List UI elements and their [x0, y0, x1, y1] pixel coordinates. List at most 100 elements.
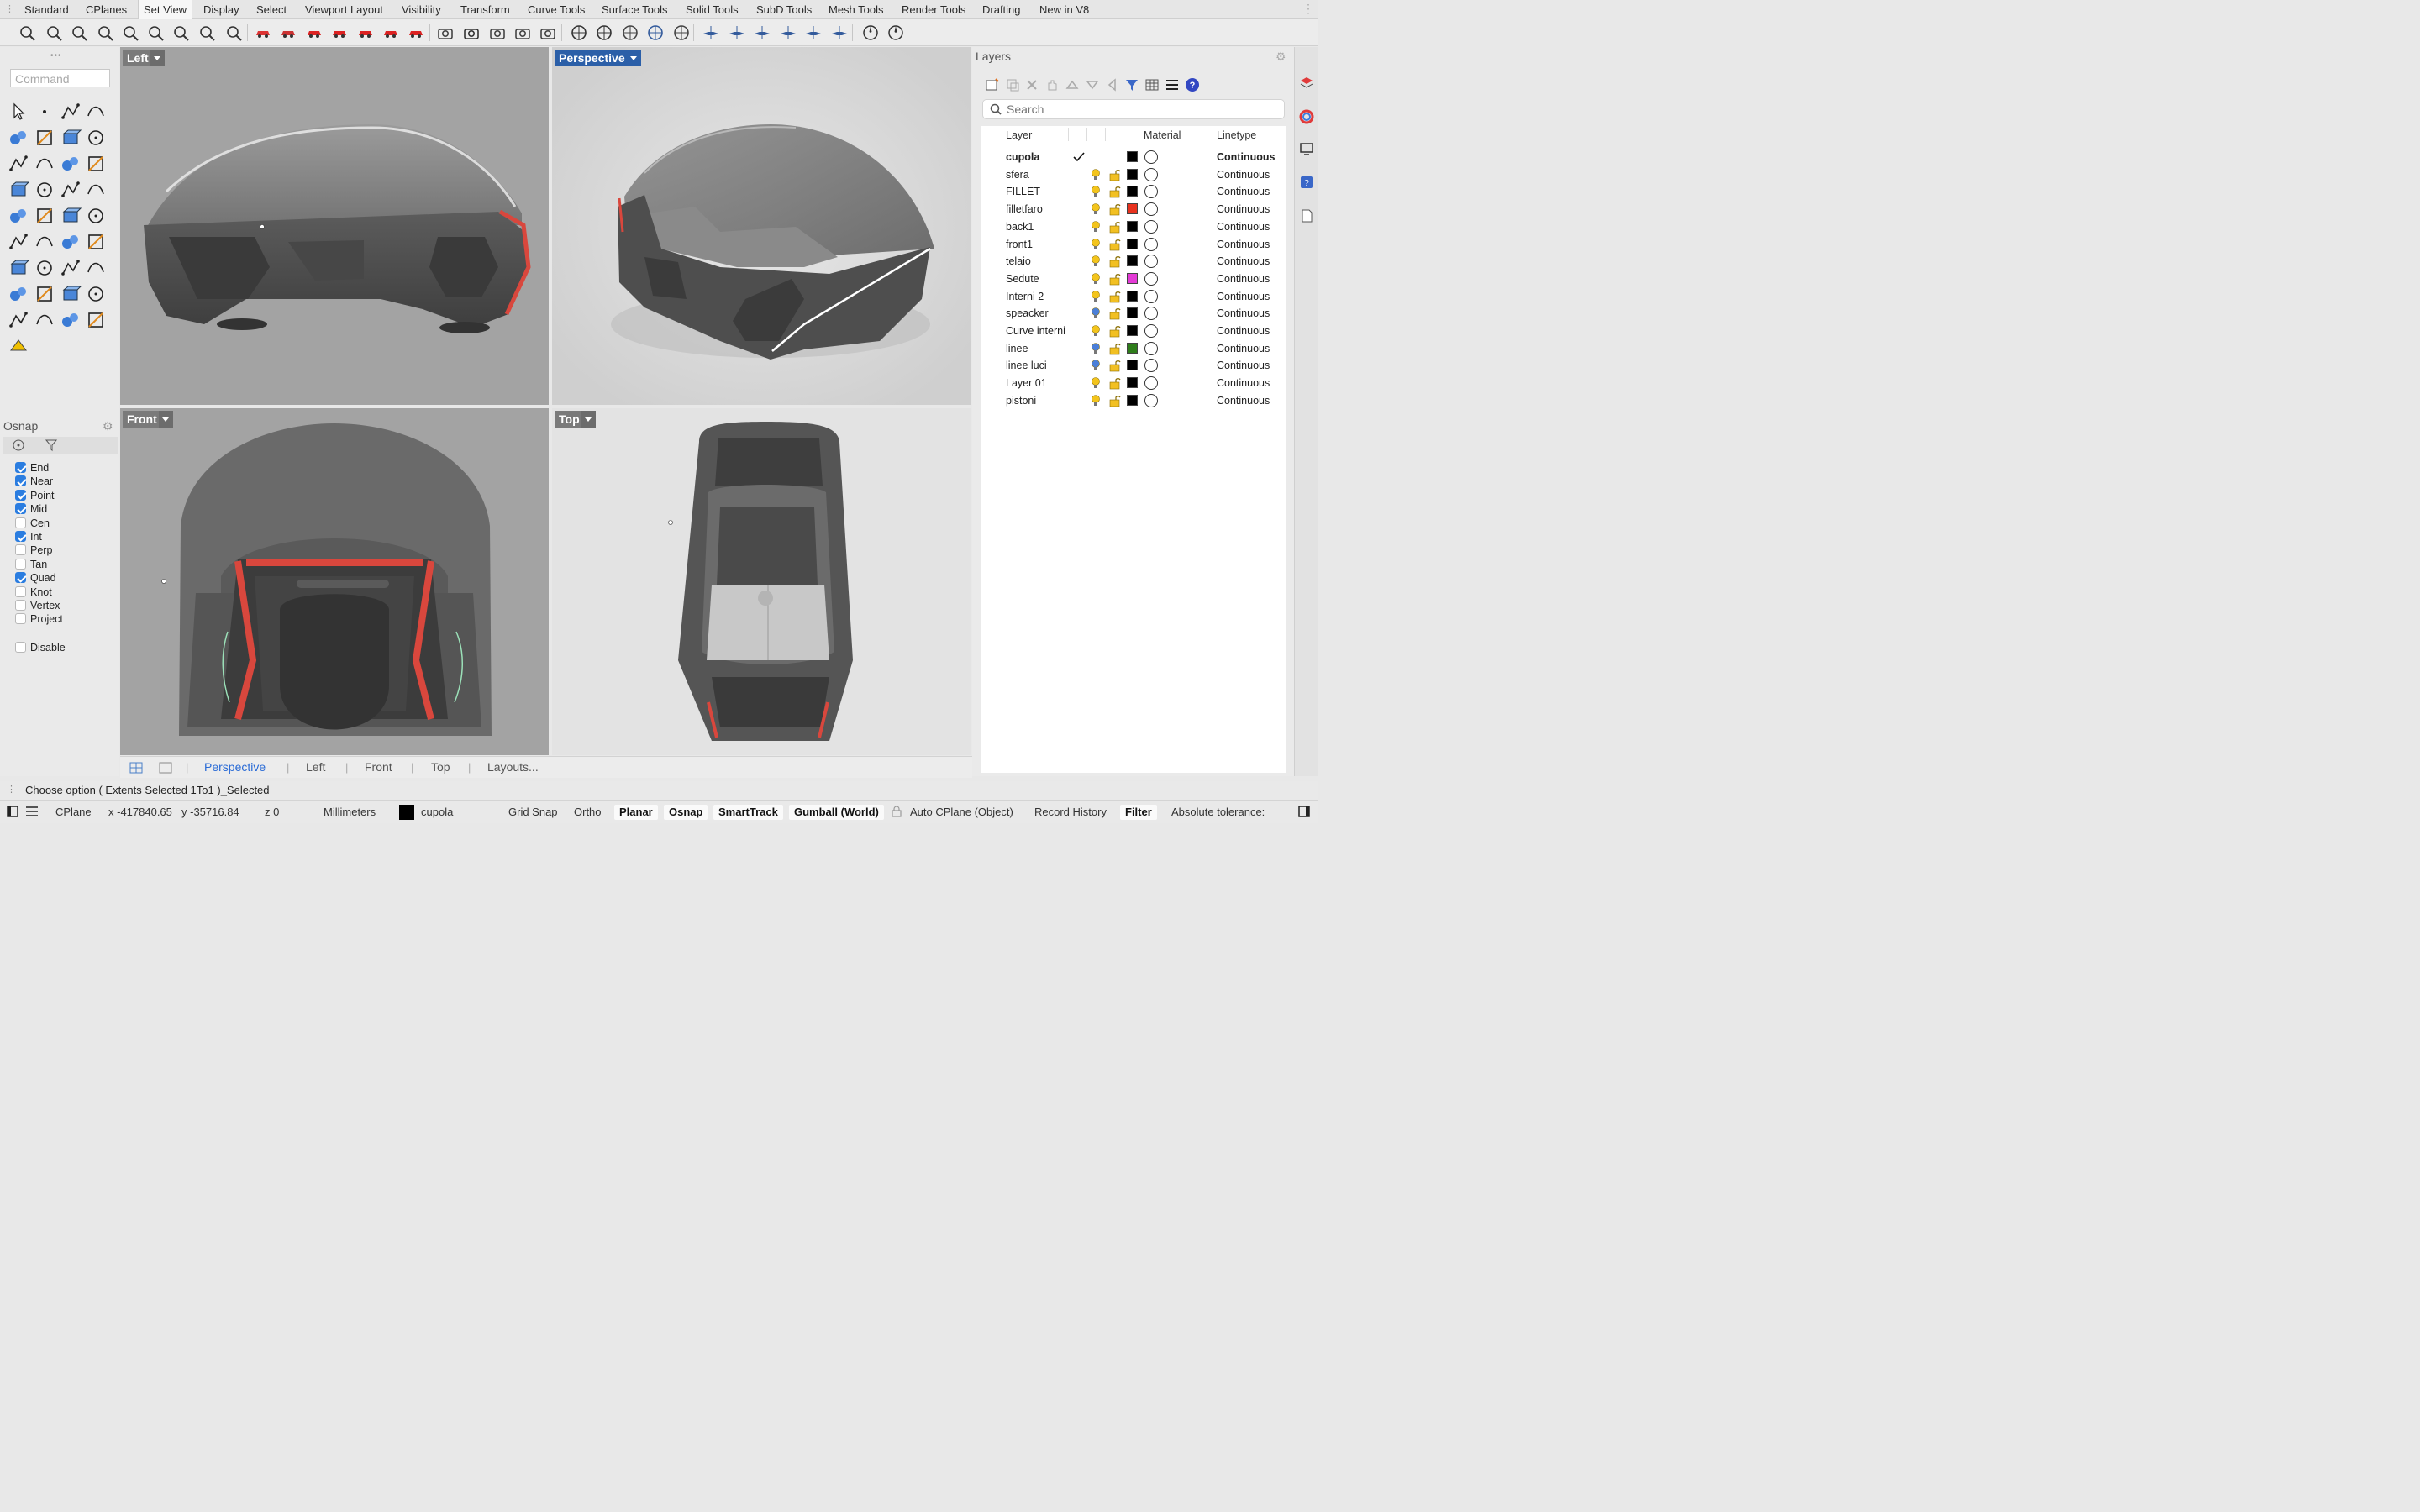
blend-icon[interactable]	[85, 231, 107, 253]
pan-icon[interactable]	[17, 23, 37, 43]
list-menu-icon[interactable]	[25, 806, 39, 817]
material-circle-icon[interactable]	[1144, 219, 1159, 237]
unlock-icon[interactable]	[1109, 272, 1121, 288]
layer-color-swatch[interactable]	[1127, 377, 1138, 389]
layer-linetype[interactable]: Continuous	[1217, 395, 1270, 407]
move-up-icon[interactable]	[1064, 76, 1081, 93]
camera-icon[interactable]	[461, 23, 481, 43]
lightbulb-icon[interactable]	[1091, 307, 1101, 323]
table-icon[interactable]	[1144, 76, 1160, 93]
lightbulb-icon[interactable]	[1091, 394, 1101, 410]
checkbox[interactable]	[15, 489, 26, 501]
material-circle-icon[interactable]	[1144, 254, 1159, 271]
tab-viewport-layout[interactable]: Viewport Layout	[300, 0, 388, 19]
checkbox[interactable]	[15, 558, 26, 570]
material-circle-icon[interactable]	[1144, 202, 1159, 219]
layer-linetype[interactable]: Continuous	[1217, 343, 1270, 354]
gumball-icon[interactable]	[8, 205, 29, 227]
layer-row[interactable]: Interni 2 Continuous	[981, 288, 1286, 305]
fillet-icon[interactable]	[34, 153, 55, 175]
tab-visibility[interactable]: Visibility	[397, 0, 446, 19]
material-circle-icon[interactable]	[1144, 358, 1159, 375]
lightbulb-icon[interactable]	[1091, 255, 1101, 270]
layer-color-swatch[interactable]	[1127, 203, 1138, 215]
layer-linetype[interactable]: Continuous	[1217, 239, 1270, 250]
cylinder-icon[interactable]	[60, 179, 82, 201]
named-view-2-icon[interactable]	[278, 23, 298, 43]
drag-handle-icon[interactable]: ⋮	[7, 784, 16, 795]
chevron-down-icon[interactable]	[150, 50, 165, 66]
zoom-extents-icon[interactable]	[95, 23, 115, 43]
tab-mesh-tools[interactable]: Mesh Tools	[823, 0, 889, 19]
layer-name[interactable]: cupola	[1006, 151, 1039, 163]
osnap-vertex[interactable]: Vertex	[15, 599, 60, 612]
material-circle-icon[interactable]	[1144, 184, 1159, 202]
drag-handle-icon[interactable]: ⋮	[5, 3, 14, 14]
checkbox[interactable]	[15, 613, 26, 625]
cplane-origin-icon[interactable]	[594, 23, 614, 43]
move-left-icon[interactable]	[1104, 76, 1121, 93]
transform-icon[interactable]	[8, 309, 29, 331]
layer-name[interactable]: FILLET	[1006, 186, 1040, 197]
layer-color-swatch[interactable]	[1127, 272, 1138, 284]
extend-icon[interactable]	[85, 153, 107, 175]
tab-layouts[interactable]: Layouts...	[487, 760, 539, 774]
layer-row[interactable]: Layer 01 Continuous	[981, 375, 1286, 391]
place-camera-icon[interactable]	[435, 23, 455, 43]
gear-icon[interactable]: ⚙	[1276, 50, 1286, 64]
point-icon[interactable]	[34, 101, 55, 123]
tab-curve-tools[interactable]: Curve Tools	[523, 0, 590, 19]
checkbox[interactable]	[15, 531, 26, 542]
chevron-down-icon[interactable]	[159, 411, 173, 428]
surface-icon[interactable]	[85, 179, 107, 201]
lightbulb-icon[interactable]	[1091, 220, 1101, 236]
boolean-icon[interactable]	[8, 231, 29, 253]
panel-toggle-icon[interactable]	[7, 806, 18, 817]
layer-linetype[interactable]: Continuous	[1217, 360, 1270, 371]
osnap-perp[interactable]: Perp	[15, 543, 52, 557]
layer-linetype[interactable]: Continuous	[1217, 221, 1270, 233]
checkbox[interactable]	[15, 544, 26, 556]
current-layer-label[interactable]: cupola	[421, 805, 453, 820]
layer-name[interactable]: Curve interni	[1006, 325, 1065, 337]
move-down-icon[interactable]	[1084, 76, 1101, 93]
right-view-icon[interactable]	[752, 23, 772, 43]
checkbox[interactable]	[15, 642, 26, 653]
new-layer-icon[interactable]	[984, 76, 1001, 93]
rectangle-icon[interactable]	[85, 127, 107, 149]
ortho-toggle[interactable]: Ortho	[574, 805, 602, 820]
material-circle-icon[interactable]	[1144, 341, 1159, 359]
auto-cplane-toggle[interactable]: Auto CPlane (Object)	[910, 805, 1013, 820]
tab-front[interactable]: Front	[365, 760, 392, 774]
record-history-toggle[interactable]: Record History	[1034, 805, 1107, 820]
lightbulb-icon[interactable]	[1091, 272, 1101, 288]
tab-display[interactable]: Display	[198, 0, 245, 19]
plan-view-icon[interactable]	[569, 23, 589, 43]
undo-view-icon[interactable]	[171, 23, 191, 43]
material-circle-icon[interactable]	[1144, 167, 1159, 185]
car-view-3-icon[interactable]	[355, 23, 376, 43]
material-circle-icon[interactable]	[1144, 393, 1159, 411]
gear-icon[interactable]: ⚙	[103, 419, 113, 433]
top-view-icon[interactable]	[803, 23, 823, 43]
layer-color-swatch[interactable]	[1127, 290, 1138, 302]
tab-cplanes[interactable]: CPlanes	[81, 0, 132, 19]
unlock-icon[interactable]	[1109, 359, 1121, 375]
grid-icon[interactable]	[60, 283, 82, 305]
layer-color-swatch[interactable]	[1127, 238, 1138, 249]
align-icon[interactable]	[620, 23, 640, 43]
panel-grip-icon[interactable]: •••	[50, 51, 62, 60]
zoom-selected-icon[interactable]	[145, 23, 166, 43]
layer-row[interactable]: speacker Continuous	[981, 305, 1286, 322]
sphere-icon[interactable]	[34, 179, 55, 201]
layer-color-swatch[interactable]	[1127, 394, 1138, 406]
array-linear-icon[interactable]	[34, 283, 55, 305]
lock-icon[interactable]	[892, 806, 902, 817]
layer-name[interactable]: sfera	[1006, 169, 1029, 181]
layer-color-swatch[interactable]	[1127, 307, 1138, 319]
checkbox[interactable]	[15, 475, 26, 487]
layers-tab-icon[interactable]	[1299, 76, 1314, 91]
check-icon[interactable]	[60, 309, 82, 331]
car-view-4-icon[interactable]	[381, 23, 401, 43]
layer-linetype[interactable]: Continuous	[1217, 151, 1275, 163]
